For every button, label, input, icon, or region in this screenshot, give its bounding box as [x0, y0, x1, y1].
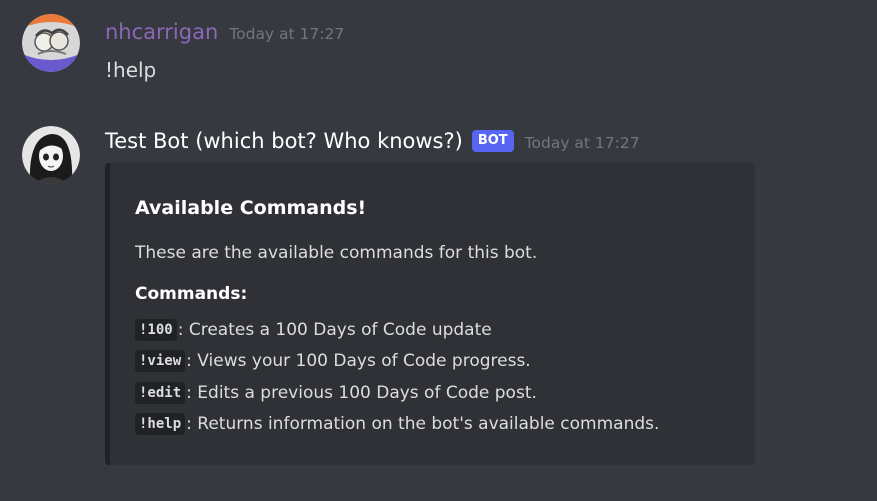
bot-tag-badge: BOT: [471, 130, 514, 152]
command-description: : Creates a 100 Days of Code update: [177, 319, 492, 340]
command-code: !edit: [135, 381, 186, 404]
command-description: : Views your 100 Days of Code progress.: [186, 351, 531, 372]
command-code: !help: [135, 413, 186, 436]
timestamp[interactable]: Today at 17:27: [525, 134, 640, 152]
command-description: : Edits a previous 100 Days of Code post…: [186, 382, 537, 403]
bot-avatar-image: [22, 126, 80, 184]
command-description: : Returns information on the bot's avail…: [186, 414, 660, 435]
command-code: !100: [135, 318, 177, 341]
user-avatar[interactable]: [22, 14, 80, 72]
embed-field-name: Commands:: [135, 284, 248, 304]
embed: Available Commands! These are the availa…: [105, 163, 755, 465]
list-item: !100 : Creates a 100 Days of Code update: [135, 314, 659, 346]
list-item: !help : Returns information on the bot's…: [135, 409, 659, 441]
bot-username[interactable]: Test Bot (which bot? Who knows?): [105, 129, 463, 153]
bot-avatar[interactable]: [22, 126, 80, 184]
command-list: !100 : Creates a 100 Days of Code update…: [135, 314, 659, 440]
embed-title: Available Commands!: [135, 197, 367, 219]
list-item: !edit : Edits a previous 100 Days of Cod…: [135, 377, 659, 409]
embed-description: These are the available commands for thi…: [135, 243, 538, 263]
command-code: !view: [135, 350, 186, 373]
list-item: !view : Views your 100 Days of Code prog…: [135, 346, 659, 378]
message-content: !help: [105, 58, 157, 82]
timestamp[interactable]: Today at 17:27: [229, 25, 344, 43]
username[interactable]: nhcarrigan: [105, 20, 218, 44]
message-header: nhcarrigan Today at 17:27: [105, 20, 344, 44]
message-header: Test Bot (which bot? Who knows?) BOT Tod…: [105, 129, 640, 153]
user-avatar-image: [22, 14, 80, 72]
